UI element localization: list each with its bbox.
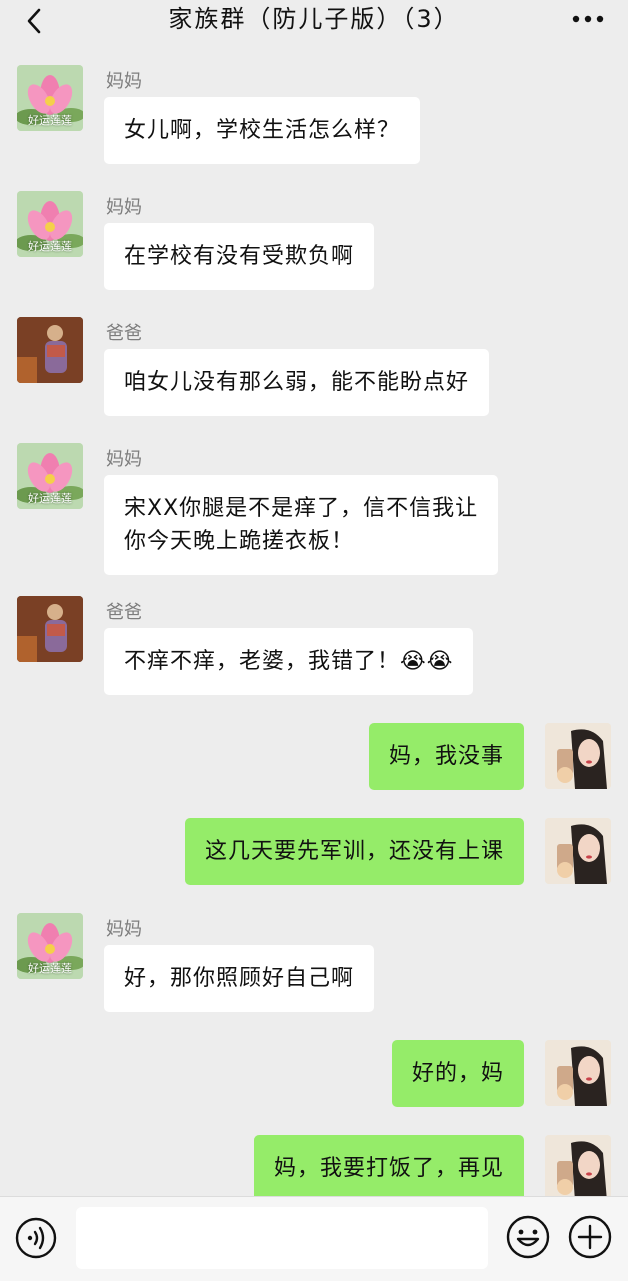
- avatar[interactable]: [17, 596, 83, 662]
- message-bubble[interactable]: 女儿啊，学校生活怎么样？: [104, 97, 421, 164]
- message-bubble[interactable]: 好，那你照顾好自己啊: [104, 945, 375, 1012]
- message-bubble[interactable]: 妈，我要打饭了，再见: [253, 1135, 524, 1196]
- input-bar: [0, 1196, 628, 1281]
- figure-icon: [17, 317, 83, 383]
- portrait-icon: [545, 723, 611, 789]
- avatar[interactable]: [17, 317, 83, 383]
- sender-name: 妈妈: [106, 71, 142, 92]
- message-input[interactable]: [76, 1207, 488, 1269]
- page-title: 家族群（防儿子版）（3）: [168, 5, 460, 33]
- avatar[interactable]: [545, 723, 611, 789]
- sender-name: 妈妈: [106, 919, 142, 940]
- avatar-caption: 好运莲莲: [28, 962, 72, 975]
- message-bubble[interactable]: 不痒不痒，老婆，我错了！😭😭: [104, 628, 474, 695]
- message-bubble[interactable]: 妈，我没事: [368, 723, 524, 790]
- avatar-caption: 好运莲莲: [28, 240, 72, 253]
- avatar[interactable]: 好运莲莲: [17, 443, 83, 509]
- avatar-caption: 好运莲莲: [28, 492, 72, 505]
- message-bubble[interactable]: 咱女儿没有那么弱，能不能盼点好: [104, 349, 490, 416]
- portrait-icon: [545, 1135, 611, 1196]
- voice-icon[interactable]: [15, 1217, 57, 1259]
- avatar[interactable]: 好运莲莲: [17, 65, 83, 131]
- message-list[interactable]: 好运莲莲 妈妈 女儿啊，学校生活怎么样？ 好运莲莲 妈妈 在学校有没有受欺负啊 …: [0, 60, 628, 1196]
- avatar[interactable]: 好运莲莲: [17, 191, 83, 257]
- figure-icon: [17, 596, 83, 662]
- avatar[interactable]: [545, 1135, 611, 1196]
- sender-name: 爸爸: [106, 602, 142, 623]
- message-bubble[interactable]: 好的，妈: [391, 1040, 524, 1107]
- ellipsis-icon[interactable]: [570, 6, 606, 32]
- sender-name: 爸爸: [106, 323, 142, 344]
- sender-name: 妈妈: [106, 197, 142, 218]
- avatar[interactable]: [545, 818, 611, 884]
- emoji-icon[interactable]: [506, 1215, 550, 1259]
- avatar[interactable]: 好运莲莲: [17, 913, 83, 979]
- avatar-caption: 好运莲莲: [28, 114, 72, 127]
- message-bubble[interactable]: 这几天要先军训，还没有上课: [184, 818, 524, 885]
- portrait-icon: [545, 818, 611, 884]
- avatar[interactable]: [545, 1040, 611, 1106]
- portrait-icon: [545, 1040, 611, 1106]
- chat-header: 家族群（防儿子版）（3）: [0, 0, 628, 60]
- sender-name: 妈妈: [106, 449, 142, 470]
- message-bubble[interactable]: 宋XX你腿是不是痒了，信不信我让 你今天晚上跪搓衣板！: [104, 475, 499, 575]
- message-bubble[interactable]: 在学校有没有受欺负啊: [104, 223, 375, 290]
- plus-icon[interactable]: [568, 1215, 612, 1259]
